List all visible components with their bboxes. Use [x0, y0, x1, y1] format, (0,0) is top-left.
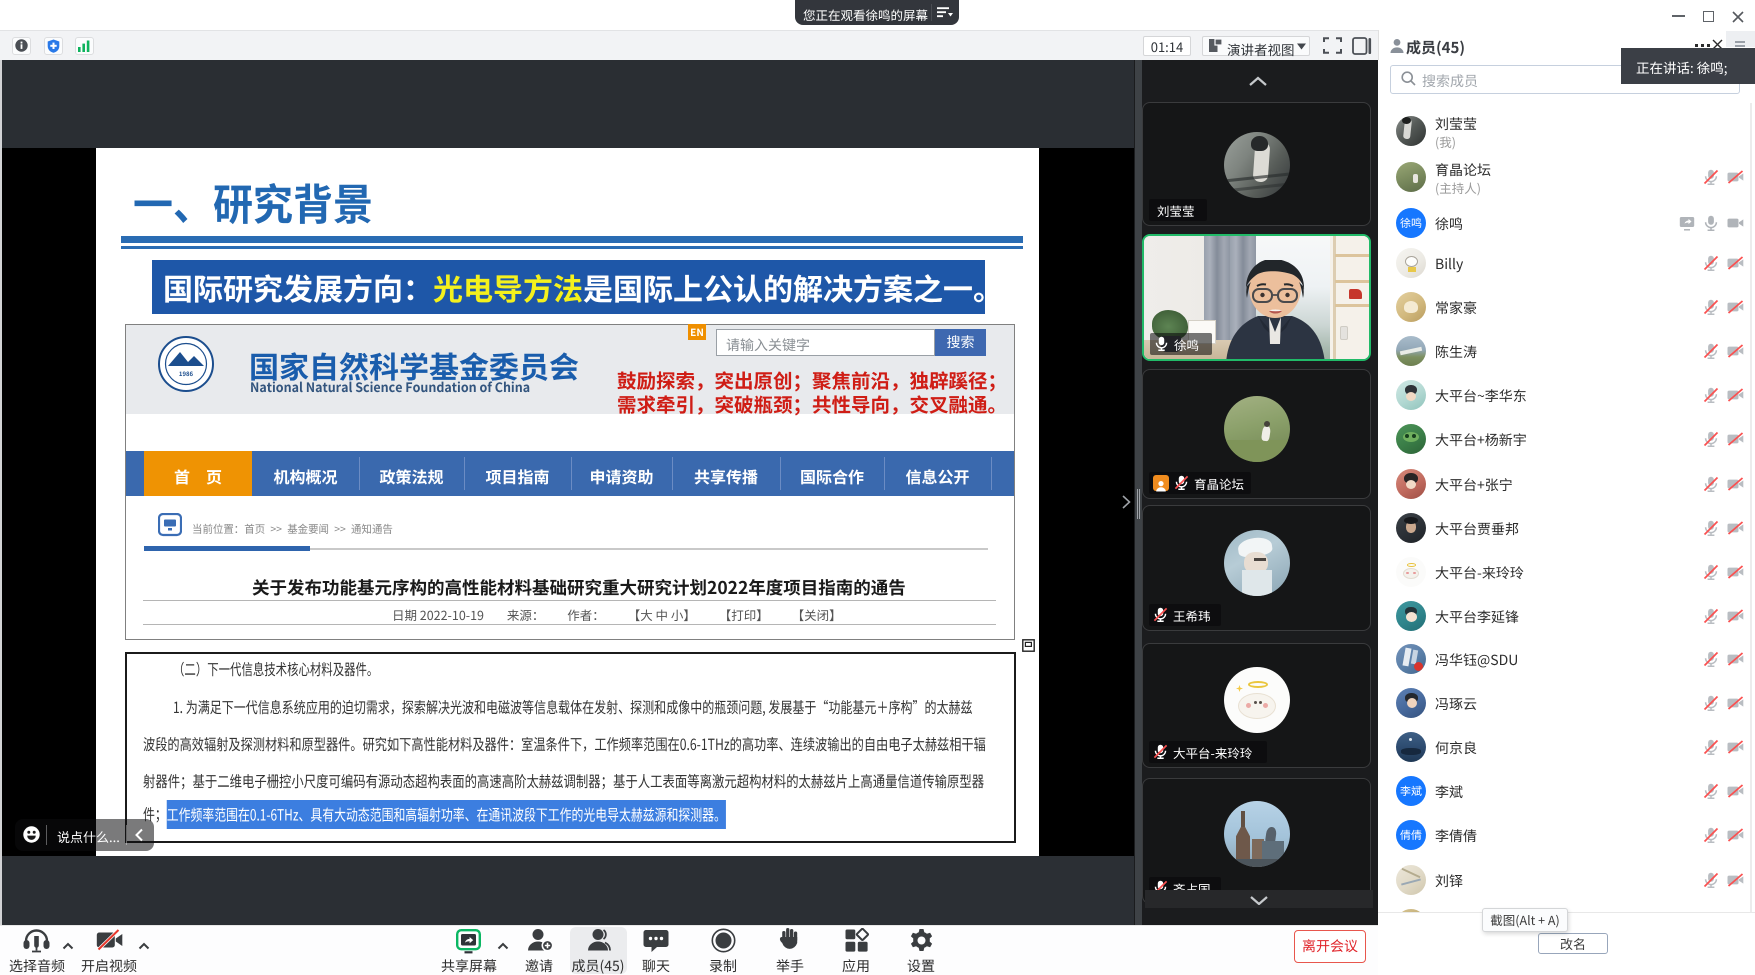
- svg-text:1986: 1986: [179, 369, 194, 378]
